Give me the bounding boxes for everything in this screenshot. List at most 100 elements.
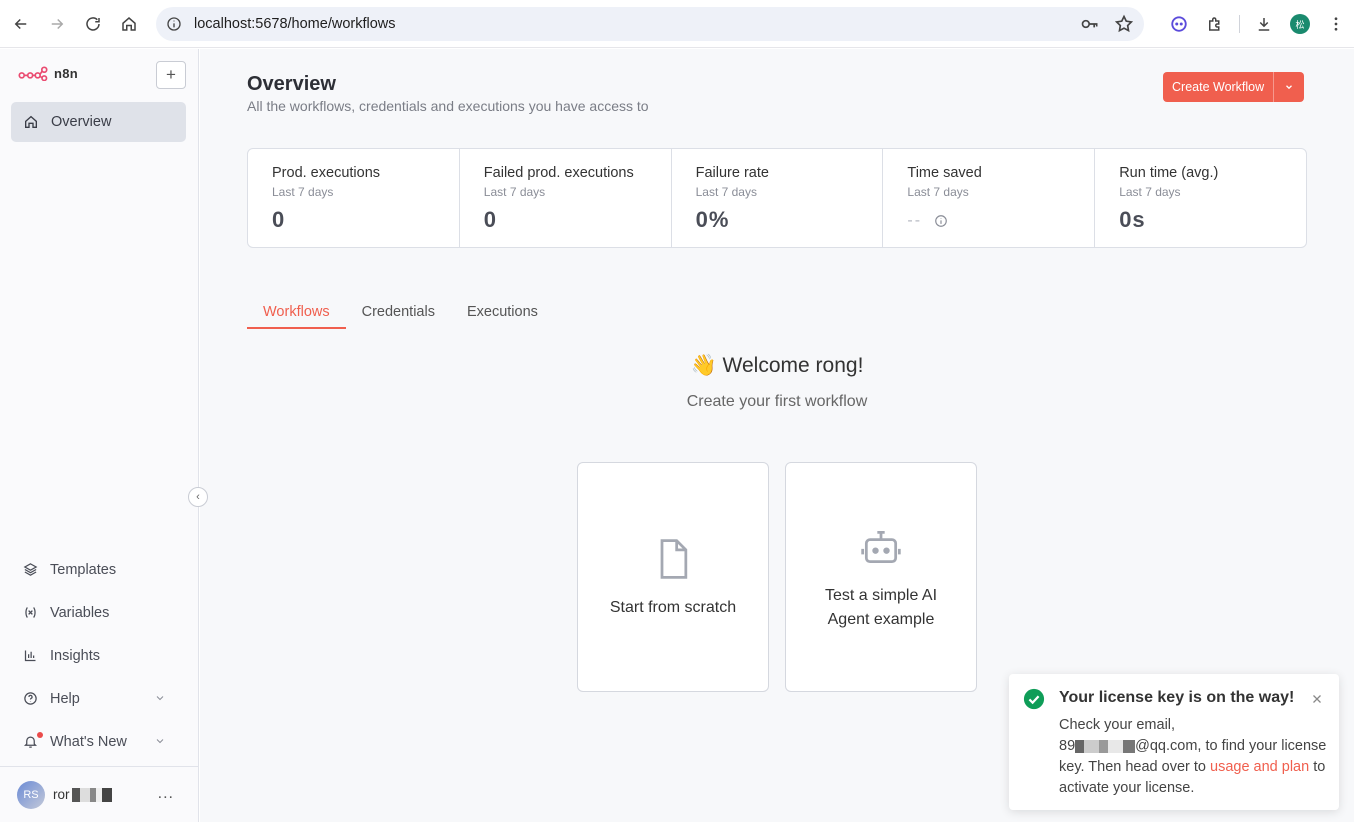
site-info-icon[interactable]: [166, 16, 182, 32]
sidebar-item-templates[interactable]: Templates: [11, 548, 186, 591]
extension-button[interactable]: [1161, 6, 1197, 42]
downloads-button[interactable]: [1246, 6, 1282, 42]
tab-bar: Workflows Credentials Executions: [247, 297, 554, 329]
stat-failed-executions[interactable]: Failed prod. executions Last 7 days 0: [460, 149, 672, 247]
profile-avatar: 松: [1290, 14, 1310, 34]
stat-period: Last 7 days: [695, 185, 757, 199]
chevron-down-icon: [156, 739, 164, 744]
stat-title: Time saved: [907, 165, 982, 181]
card-label: Start from scratch: [609, 599, 737, 616]
key-icon[interactable]: [1080, 14, 1100, 34]
redacted-name: [71, 788, 112, 803]
insights-summary: Prod. executions Last 7 days 0 Failed pr…: [247, 148, 1307, 248]
info-icon[interactable]: [934, 214, 948, 228]
sidebar-item-label: Help: [50, 690, 80, 707]
tab-workflows[interactable]: Workflows: [247, 297, 346, 329]
toast-text: Check your email,: [1059, 717, 1176, 733]
sidebar-item-label: Insights: [50, 647, 100, 664]
reload-icon: [86, 17, 100, 31]
create-workflow-button[interactable]: Create Workflow: [1163, 72, 1275, 102]
chevron-down-icon: [156, 696, 164, 701]
stat-title: Run time (avg.): [1119, 165, 1219, 181]
usage-and-plan-link[interactable]: usage and plan: [1210, 759, 1309, 775]
sidebar-item-overview[interactable]: Overview: [11, 102, 186, 142]
arrow-right-icon: [51, 18, 64, 30]
url-text[interactable]: localhost:5678/home/workflows: [194, 16, 396, 32]
sidebar-item-label: Variables: [50, 604, 110, 621]
star-icon[interactable]: [1114, 14, 1134, 34]
extensions-button[interactable]: [1197, 6, 1233, 42]
stat-value-text: --: [907, 212, 923, 229]
bell-icon: [23, 736, 38, 748]
extension-logo-icon: [1171, 16, 1187, 32]
tab-executions[interactable]: Executions: [451, 297, 554, 329]
start-from-scratch-card[interactable]: Start from scratch: [577, 462, 769, 692]
create-options-button[interactable]: [1274, 72, 1305, 102]
stat-title: Failed prod. executions: [483, 165, 634, 181]
stat-prod-executions[interactable]: Prod. executions Last 7 days 0: [248, 149, 460, 247]
welcome-heading: 👋 Welcome rong!: [690, 354, 864, 377]
stat-value: 0: [272, 207, 286, 232]
card-label-line: Test a simple AI: [824, 587, 938, 604]
insights-icon: [24, 650, 36, 662]
sidebar: n8n + Overview ‹ Templates Variables Ins…: [0, 49, 208, 822]
profile-button[interactable]: 松: [1282, 6, 1318, 42]
toast-title: Your license key is on the way!: [1059, 689, 1295, 706]
sidebar-item-help[interactable]: Help: [11, 677, 186, 720]
page-subtitle: All the workflows, credentials and execu…: [247, 98, 649, 114]
sidebar-item-insights[interactable]: Insights: [11, 634, 186, 677]
stat-period: Last 7 days: [272, 185, 334, 199]
browser-toolbar: localhost:5678/home/workflows 松: [0, 0, 1354, 48]
user-menu-button[interactable]: ...: [158, 785, 174, 803]
address-bar[interactable]: localhost:5678/home/workflows: [156, 7, 1144, 41]
page-title: Overview: [247, 73, 336, 95]
toast-email-prefix: 89: [1059, 738, 1076, 754]
sidebar-item-label: Templates: [50, 561, 117, 578]
card-label-line: Agent example: [827, 611, 935, 628]
sidebar-item-variables[interactable]: Variables: [11, 591, 186, 634]
stat-period: Last 7 days: [1119, 185, 1181, 199]
toolbar-divider: [1239, 15, 1240, 33]
home-button[interactable]: [111, 6, 147, 42]
user-avatar[interactable]: RS: [17, 780, 45, 809]
toast-message: Check your email, 89 @qq.com, to find you…: [1059, 715, 1329, 799]
collapse-sidebar-button[interactable]: ‹: [188, 487, 208, 507]
home-icon: [25, 115, 37, 128]
stat-period: Last 7 days: [907, 185, 969, 199]
welcome-subtitle: Create your first workflow: [686, 393, 868, 410]
kebab-menu-icon: [1334, 17, 1338, 31]
stat-value: 0s: [1119, 207, 1146, 232]
variables-icon: [25, 607, 36, 618]
back-button[interactable]: [3, 6, 39, 42]
tab-credentials[interactable]: Credentials: [346, 297, 451, 329]
card-label: Test a simple AI Agent example: [786, 584, 976, 632]
user-name: ror: [53, 786, 112, 803]
new-resource-button[interactable]: +: [156, 61, 186, 89]
user-area[interactable]: RS ror ...: [0, 766, 198, 822]
user-name-text: ror: [53, 786, 70, 802]
stat-period: Last 7 days: [483, 185, 546, 199]
create-workflow-group: Create Workflow: [1163, 72, 1305, 102]
stat-failure-rate[interactable]: Failure rate Last 7 days 0%: [672, 149, 884, 247]
n8n-logo-icon: [18, 66, 48, 81]
browser-menu-button[interactable]: [1318, 6, 1354, 42]
download-icon: [1258, 18, 1270, 31]
stat-time-saved[interactable]: Time saved Last 7 days --: [883, 149, 1096, 247]
close-icon[interactable]: [1311, 693, 1323, 705]
reload-button[interactable]: [75, 6, 111, 42]
notification-dot: [37, 732, 43, 738]
puzzle-icon: [1209, 17, 1220, 31]
home-icon: [122, 17, 136, 31]
sidebar-item-label: Overview: [51, 114, 112, 130]
templates-icon: [23, 563, 38, 576]
chevron-left-icon: ‹: [196, 491, 200, 503]
robot-icon: [861, 530, 901, 564]
forward-button[interactable]: [39, 6, 75, 42]
ai-agent-example-card[interactable]: Test a simple AI Agent example: [785, 462, 977, 692]
extensions-area: 松: [1161, 7, 1354, 41]
stat-run-time[interactable]: Run time (avg.) Last 7 days 0s: [1095, 149, 1306, 247]
sidebar-item-whats-new[interactable]: What's New: [11, 720, 186, 763]
n8n-logo[interactable]: n8n: [18, 66, 78, 81]
stat-title: Failure rate: [695, 165, 769, 181]
license-toast: Your license key is on the way! Check yo…: [1009, 674, 1339, 810]
